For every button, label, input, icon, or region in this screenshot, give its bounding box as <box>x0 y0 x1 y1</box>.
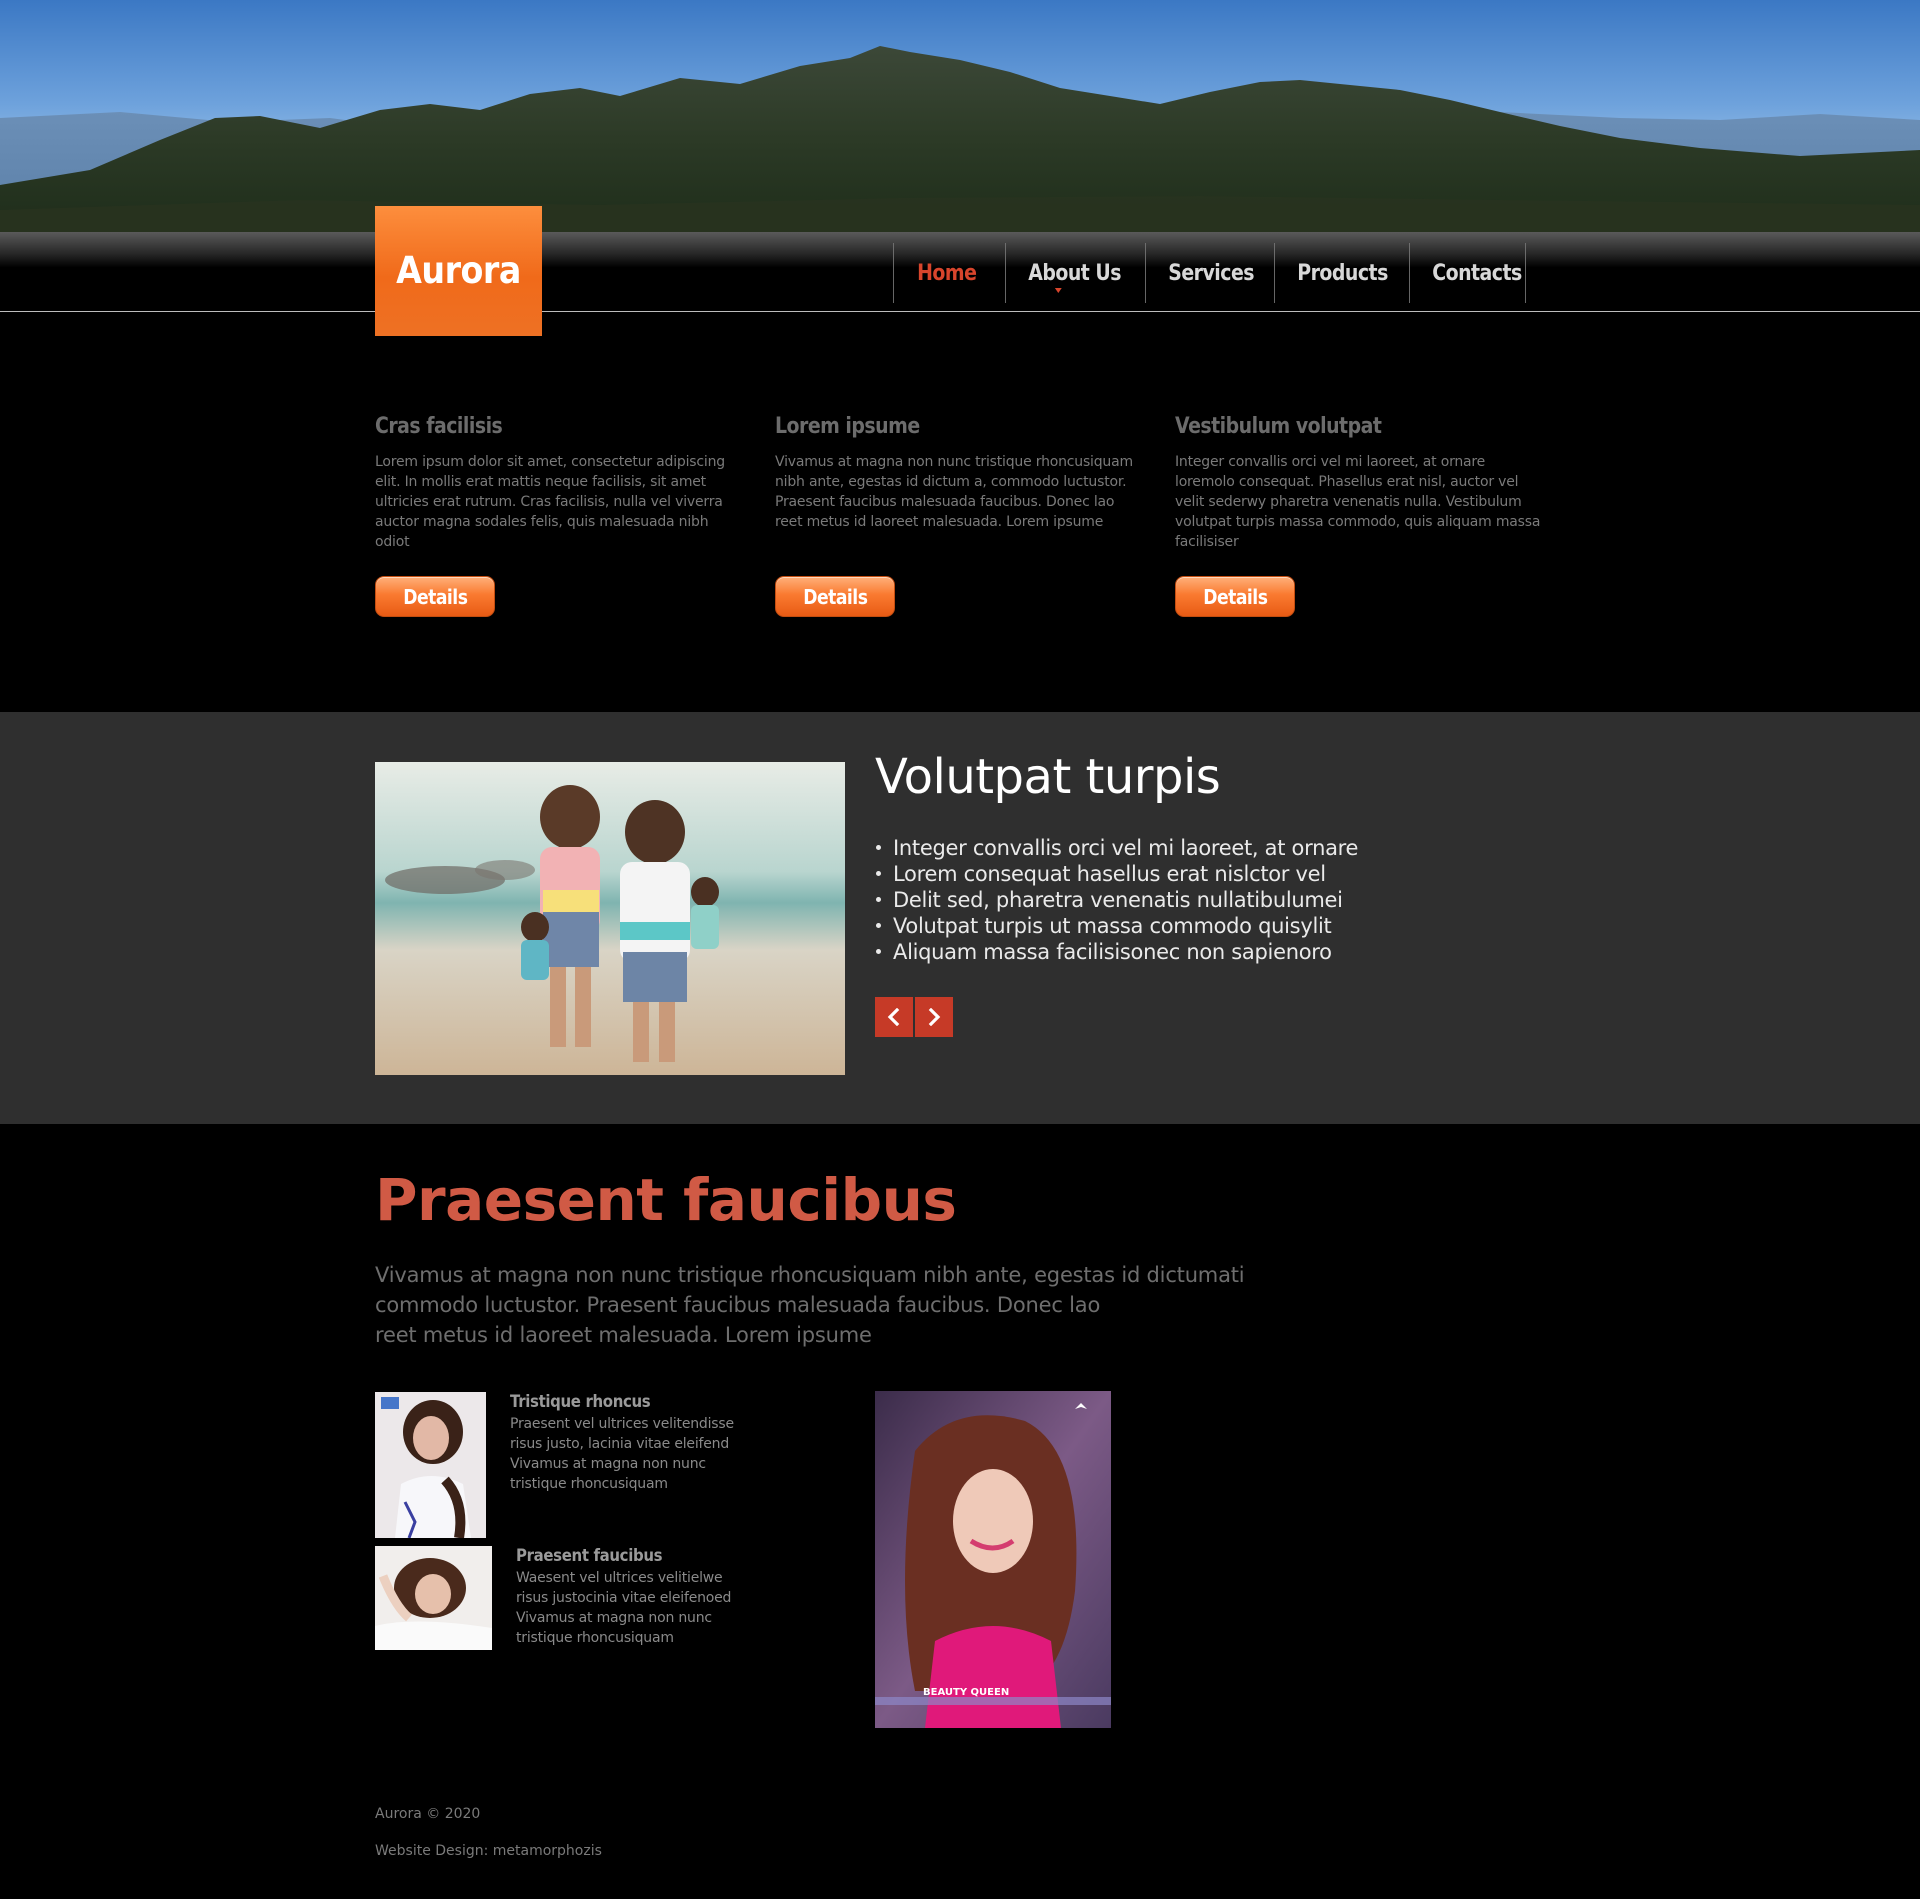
nav-item-label: Services <box>1168 260 1255 286</box>
nav-item-products[interactable]: Products <box>1274 243 1390 303</box>
slide-bullet-list: Integer convallis orci vel mi laoreet, a… <box>875 835 1358 965</box>
item-text: Praesent vel ultrices velitendisse risus… <box>510 1416 734 1492</box>
featured-poster-image[interactable]: BEAUTY QUEEN <box>875 1391 1111 1728</box>
chevron-left-icon <box>887 1008 900 1026</box>
item-title: Tristique rhoncus <box>510 1392 651 1412</box>
nav-item-label: Products <box>1297 260 1388 286</box>
nav-item-label: Home <box>917 260 977 286</box>
slide-image <box>375 762 845 1075</box>
dropdown-caret-icon <box>1055 288 1062 293</box>
nav-item-contacts[interactable]: Contacts <box>1409 243 1526 303</box>
details-button[interactable]: Details <box>775 576 895 617</box>
poster-caption: BEAUTY QUEEN <box>923 1687 1009 1698</box>
list-item: Integer convallis orci vel mi laoreet, a… <box>875 835 1358 861</box>
item-text: Waesent vel ultrices velitielwe risus ju… <box>516 1570 732 1646</box>
nav-item-home[interactable]: Home <box>893 243 989 303</box>
mountain-landscape-image <box>0 46 1920 232</box>
list-item: Aliquam massa facilisisonec non sapienor… <box>875 939 1358 965</box>
nav-item-services[interactable]: Services <box>1145 243 1256 303</box>
section-title: Praesent faucibus <box>375 1166 957 1234</box>
nav-item-about-us[interactable]: About Us <box>1005 243 1125 303</box>
slider-prev-button[interactable] <box>875 997 913 1037</box>
site-logo[interactable]: Aurora <box>375 206 542 336</box>
feature-column: Cras facilisis Lorem ipsum dolor sit ame… <box>375 414 745 552</box>
intro-line: Vivamus at magna non nunc tristique rhon… <box>375 1263 1245 1287</box>
feature-text: Lorem ipsum dolor sit amet, consectetur … <box>375 454 725 550</box>
intro-line: reet metus id laoreet malesuada. Lorem i… <box>375 1323 872 1347</box>
hero-banner <box>0 0 1920 232</box>
list-item: Delit sed, pharetra venenatis nullatibul… <box>875 887 1358 913</box>
nav-item-label: About Us <box>1028 260 1122 286</box>
list-item: Volutpat turpis ut massa commodo quisyli… <box>875 913 1358 939</box>
feature-text: Vivamus at magna non nunc tristique rhon… <box>775 454 1133 530</box>
section-intro: Vivamus at magna non nunc tristique rhon… <box>375 1260 1255 1350</box>
details-button[interactable]: Details <box>375 576 495 617</box>
item-title: Praesent faucibus <box>516 1546 663 1566</box>
details-button-label: Details <box>802 584 868 609</box>
list-item: Lorem consequat hasellus erat nislctor v… <box>875 861 1358 887</box>
logo-text: Aurora <box>396 248 521 292</box>
intro-line: commodo luctustor. Praesent faucibus mal… <box>375 1293 1101 1317</box>
item-thumbnail[interactable] <box>375 1392 486 1538</box>
feature-column: Lorem ipsume Vivamus at magna non nunc t… <box>775 414 1145 532</box>
slide-title: Volutpat turpis <box>875 749 1221 805</box>
footer-copyright: Aurora © 2020 <box>375 1806 481 1822</box>
footer-credit[interactable]: Website Design: metamorphozis <box>375 1843 602 1859</box>
nav-item-label: Contacts <box>1432 260 1522 286</box>
feature-title: Cras facilisis <box>375 414 503 439</box>
details-button-label: Details <box>1202 584 1268 609</box>
feature-column: Vestibulum volutpat Integer convallis or… <box>1175 414 1545 552</box>
feature-text: Integer convallis orci vel mi laoreet, a… <box>1175 454 1541 550</box>
details-button-label: Details <box>402 584 468 609</box>
chevron-right-icon <box>928 1008 941 1026</box>
item-thumbnail[interactable] <box>375 1546 492 1650</box>
feature-title: Vestibulum volutpat <box>1175 414 1382 439</box>
main-nav: Home About Us Services Products Contacts <box>893 243 1545 303</box>
slider-next-button[interactable] <box>915 997 953 1037</box>
details-button[interactable]: Details <box>1175 576 1295 617</box>
feature-title: Lorem ipsume <box>775 414 920 439</box>
